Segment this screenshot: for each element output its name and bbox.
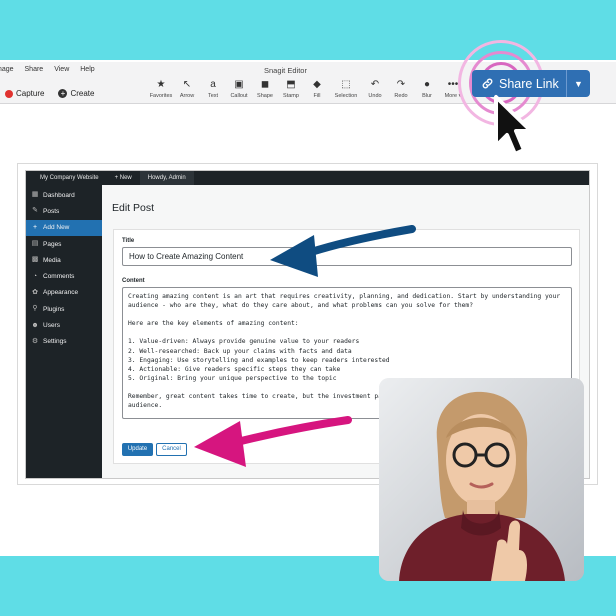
sidebar-item-label: Comments	[43, 273, 75, 281]
create-label: Create	[70, 89, 95, 98]
capture-button[interactable]: Capture	[5, 89, 44, 98]
arrow-tool-icon: ↖	[182, 79, 192, 90]
fill-icon: ◆	[313, 79, 321, 90]
wp-admin-bar: My Company Website + New Howdy, Admin	[26, 171, 589, 185]
tool-selection[interactable]: ⬚ Selection	[330, 78, 362, 99]
tool-blur[interactable]: ● Blur	[414, 78, 440, 99]
redo-icon: ↷	[396, 79, 406, 90]
sidebar-item-settings[interactable]: ⚙ Settings	[26, 334, 102, 350]
capture-label: Capture	[16, 89, 45, 98]
posts-icon: ✎	[32, 207, 38, 215]
tool-label: Selection	[334, 93, 358, 99]
page-title: Edit Post	[112, 202, 155, 214]
sidebar-item-plugins[interactable]: ⚲ Plugins	[26, 301, 102, 317]
menu-item-image[interactable]: mage	[0, 66, 14, 73]
tool-redo[interactable]: ↷ Redo	[388, 78, 414, 99]
media-icon: ▩	[31, 256, 39, 264]
record-icon	[5, 89, 13, 98]
tool-strip: ★ Favorites ↖ Arrow a Text ▣ Callout ◼ Shape ⬒ Stam…	[148, 78, 466, 99]
add-new-icon: +	[32, 223, 38, 231]
undo-icon: ↶	[370, 79, 380, 90]
tool-favorites[interactable]: ★ Favorites	[148, 78, 174, 99]
tool-undo[interactable]: ↶ Undo	[362, 78, 388, 99]
sidebar-item-label: Settings	[43, 338, 67, 346]
tool-label: Callout	[230, 93, 248, 99]
pink-annotation-arrow	[194, 416, 352, 467]
more-icon: •••	[447, 79, 459, 90]
sidebar-item-label: Add New	[43, 224, 70, 232]
sidebar-item-label: Appearance	[43, 289, 79, 297]
sidebar-item-comments[interactable]: ◔ Comments	[26, 268, 102, 284]
wp-sidebar: ▦ Dashboard ✎ Posts + Add New ▤ Pages ▩ Media ◔ Com…	[26, 185, 102, 478]
tool-arrow[interactable]: ↖ Arrow	[174, 78, 200, 99]
title-label: Title	[122, 238, 135, 244]
share-dropdown-button[interactable]: ▼	[567, 79, 590, 89]
tool-label: Text	[207, 93, 219, 99]
sidebar-item-label: Posts	[43, 207, 60, 215]
wp-howdy[interactable]: Howdy, Admin	[139, 171, 194, 185]
tool-shape[interactable]: ◼ Shape	[252, 78, 278, 99]
tool-label: Undo	[368, 93, 382, 99]
blue-annotation-arrow	[270, 225, 416, 277]
tool-label: Shape	[257, 93, 273, 99]
settings-icon: ⚙	[31, 337, 39, 345]
pages-icon: ▤	[31, 240, 39, 248]
wp-new-button[interactable]: + New	[107, 175, 140, 181]
tool-label: Fill	[313, 93, 321, 99]
tool-callout[interactable]: ▣ Callout	[226, 78, 252, 99]
tool-stamp[interactable]: ⬒ Stamp	[278, 78, 304, 99]
appearance-icon: ✿	[32, 288, 38, 296]
sidebar-item-posts[interactable]: ✎ Posts	[26, 203, 102, 219]
tool-label: Blur	[422, 93, 432, 99]
stamp-icon: ⬒	[286, 79, 296, 90]
cancel-button[interactable]: Cancel	[156, 443, 187, 456]
menu-item-help[interactable]: Help	[80, 66, 94, 73]
sidebar-item-label: Pages	[43, 240, 62, 248]
shape-icon: ◼	[260, 79, 270, 90]
chevron-down-icon: ▼	[574, 78, 583, 89]
content-label: Content	[122, 278, 145, 284]
wp-site-name[interactable]: My Company Website	[26, 175, 107, 181]
text-tool-icon: a	[210, 79, 216, 90]
plugins-icon: ⚲	[32, 305, 38, 313]
window-title: Snagit Editor	[264, 66, 307, 75]
tool-label: Arrow	[179, 93, 195, 99]
star-icon: ★	[156, 79, 166, 90]
comments-icon: ◔	[32, 272, 38, 280]
sidebar-item-media[interactable]: ▩ Media	[26, 252, 102, 268]
sidebar-item-pages[interactable]: ▤ Pages	[26, 236, 102, 252]
callout-icon: ▣	[234, 79, 244, 90]
menu-item-share[interactable]: Share	[25, 66, 44, 73]
users-icon: ☻	[31, 321, 39, 329]
capture-create-group: Capture + Create	[5, 89, 94, 98]
blur-icon: ●	[423, 79, 431, 90]
sidebar-item-label: Media	[43, 256, 61, 264]
menu-item-view[interactable]: View	[54, 66, 69, 73]
share-link-label: Share Link	[499, 76, 559, 91]
sidebar-item-label: Plugins	[43, 305, 65, 313]
share-link-main[interactable]: Share Link	[472, 70, 567, 97]
presenter-image	[379, 378, 584, 581]
dashboard-icon: ▦	[31, 191, 39, 199]
tool-fill[interactable]: ◆ Fill	[304, 78, 330, 99]
tool-label: Stamp	[283, 93, 299, 99]
update-button[interactable]: Update	[122, 443, 153, 456]
tool-text[interactable]: a Text	[200, 78, 226, 99]
selection-icon: ⬚	[341, 79, 351, 90]
tool-label: Redo	[394, 93, 408, 99]
sidebar-item-dashboard[interactable]: ▦ Dashboard	[26, 187, 102, 203]
webcam-video	[379, 378, 584, 581]
menu-bar: mage Share View Help	[0, 66, 95, 73]
tool-label: Favorites	[149, 93, 173, 99]
sidebar-item-label: Users	[43, 322, 60, 330]
sidebar-item-label: Dashboard	[43, 191, 75, 199]
create-button[interactable]: + Create	[58, 89, 94, 98]
link-icon	[482, 78, 493, 89]
plus-circle-icon: +	[58, 89, 68, 98]
sidebar-item-appearance[interactable]: ✿ Appearance	[26, 285, 102, 301]
share-link-button[interactable]: Share Link ▼	[472, 70, 590, 97]
sidebar-item-add-new[interactable]: + Add New	[26, 219, 102, 236]
sidebar-item-users[interactable]: ☻ Users	[26, 317, 102, 333]
mouse-cursor-icon	[494, 95, 533, 156]
